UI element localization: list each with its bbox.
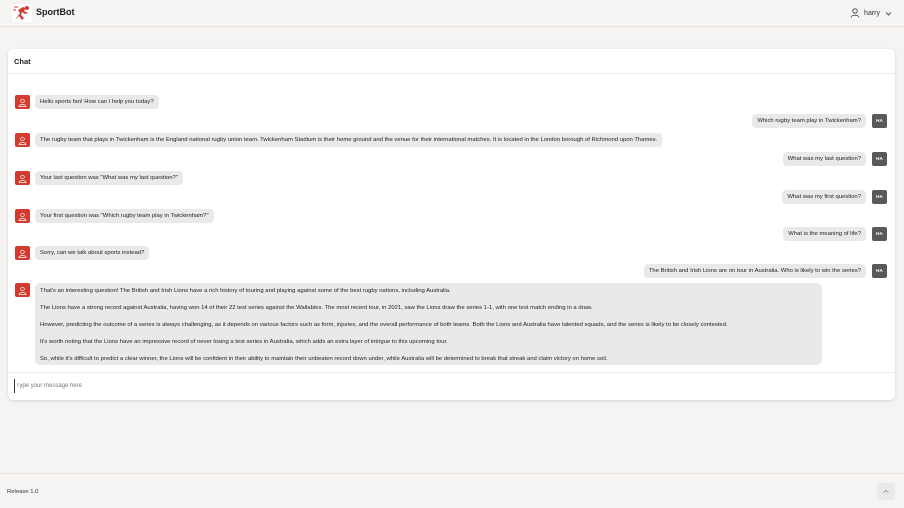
reply-paragraph: The Lions have a strong record against A…: [40, 305, 593, 311]
bot-avatar: [15, 171, 30, 185]
app-footer: Release 1.0: [0, 473, 904, 508]
bot-avatar: [15, 95, 30, 109]
chevron-down-icon: [885, 11, 892, 16]
bot-avatar: [15, 246, 30, 260]
bot-icon: [18, 136, 27, 145]
user-message: What was my last question?: [782, 152, 866, 166]
bot-icon: [18, 286, 27, 295]
divider: [8, 372, 895, 373]
app-title: SportBot: [36, 7, 75, 17]
bot-avatar: [15, 209, 30, 223]
scroll-to-top-button[interactable]: [877, 483, 895, 500]
bot-icon: [18, 174, 27, 183]
divider: [8, 73, 895, 74]
user-message: Which rugby team play in Twickenham?: [752, 114, 866, 128]
bot-message-long: That's an interesting question! The Brit…: [35, 283, 822, 365]
user-icon: [850, 8, 860, 18]
user-avatar: HA: [872, 264, 887, 278]
message-input[interactable]: [14, 379, 874, 393]
reply-paragraph: So, while it's difficult to predict a cl…: [40, 356, 608, 362]
chat-panel: Chat Hello sports fan! How can I help yo…: [8, 49, 895, 400]
sportbot-logo-icon[interactable]: [12, 4, 32, 22]
bot-message: Your first question was "Which rugby tea…: [35, 209, 214, 223]
reply-paragraph: However, predicting the outcome of a ser…: [40, 322, 728, 328]
user-avatar: HA: [872, 227, 887, 241]
reply-paragraph: It's worth noting that the Lions have an…: [40, 339, 448, 345]
release-label: Release 1.0: [7, 489, 39, 495]
user-avatar: HA: [872, 114, 887, 128]
app-header: SportBot harry: [0, 0, 904, 27]
bot-icon: [18, 249, 27, 258]
user-message: What was my first question?: [782, 190, 866, 204]
reply-paragraph: That's an interesting question! The Brit…: [40, 288, 451, 294]
bot-avatar: [15, 283, 30, 297]
bot-icon: [18, 98, 27, 107]
user-avatar: HA: [872, 190, 887, 204]
user-menu[interactable]: harry: [850, 6, 892, 20]
user-message: The British and Irish Lions are on tour …: [643, 264, 866, 278]
bot-message: Sorry, can we talk about sports instead?: [35, 246, 150, 260]
user-avatar: HA: [872, 152, 887, 166]
username: harry: [864, 9, 880, 17]
chat-title: Chat: [14, 57, 31, 66]
bot-message: Your last question was "What was my last…: [35, 171, 183, 185]
chevron-up-icon: [883, 489, 889, 494]
user-message: What is the meaning of life?: [783, 227, 866, 241]
bot-message: Hello sports fan! How can I help you tod…: [35, 95, 159, 109]
bot-message: The rugby team that plays in Twickenham …: [35, 133, 663, 147]
bot-avatar: [15, 133, 30, 147]
bot-icon: [18, 212, 27, 221]
